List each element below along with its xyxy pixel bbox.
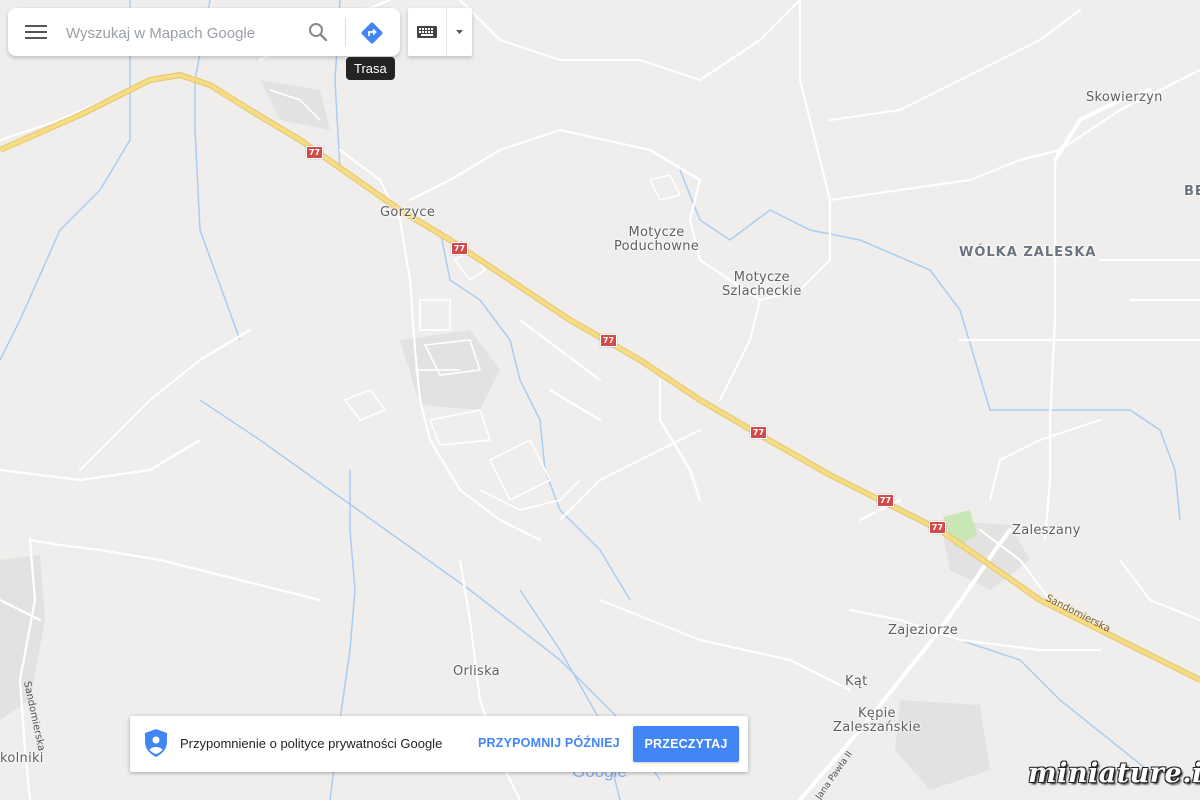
- place-label-gorzyce[interactable]: Gorzyce: [380, 206, 435, 220]
- route-77-shield: 77: [750, 426, 767, 439]
- directions-icon[interactable]: [359, 20, 385, 46]
- place-label-be[interactable]: BE: [1184, 185, 1200, 199]
- read-button[interactable]: PRZECZYTAJ: [633, 726, 739, 762]
- watermark-logo: miniature.io: [1028, 758, 1200, 789]
- search-input[interactable]: [64, 20, 298, 46]
- place-label-kolniki[interactable]: kolniki: [0, 752, 44, 766]
- place-label-kepie-zaleszanskie[interactable]: Kępie Zaleszańskie: [833, 707, 921, 735]
- menu-icon[interactable]: [22, 22, 50, 42]
- search-separator: [345, 18, 346, 46]
- place-label-orliska[interactable]: Orliska: [453, 665, 500, 679]
- route-77-shield: 77: [877, 494, 894, 507]
- route-77-shield: 77: [929, 521, 946, 534]
- route-77-shield: 77: [451, 242, 468, 255]
- directions-tooltip: Trasa: [346, 57, 395, 80]
- place-label-motycze-poduchowne[interactable]: Motycze Poduchowne: [614, 226, 699, 254]
- dropdown-arrow-icon[interactable]: [447, 8, 472, 56]
- place-label-zajeziorze[interactable]: Zajeziorze: [888, 624, 958, 638]
- route-77-shield: 77: [306, 146, 323, 159]
- map-canvas[interactable]: Sandomierska Sandomierska Jana Pawła II: [0, 0, 1200, 800]
- input-tools: [408, 8, 472, 56]
- route-77-shield: 77: [600, 334, 617, 347]
- place-label-zaleszany[interactable]: Zaleszany: [1012, 524, 1081, 538]
- keyboard-icon[interactable]: [408, 8, 446, 56]
- search-box: [8, 8, 400, 56]
- remind-later-button[interactable]: PRZYPOMNIJ PÓŹNIEJ: [478, 736, 620, 750]
- privacy-shield-icon: [144, 728, 168, 758]
- place-label-wolka-zaleska[interactable]: WÓLKA ZALESKA: [959, 246, 1096, 260]
- privacy-reminder-text: Przypomnienie o polityce prywatności Goo…: [180, 736, 443, 751]
- place-label-kat[interactable]: Kąt: [845, 675, 868, 689]
- privacy-reminder-banner: Przypomnienie o polityce prywatności Goo…: [130, 716, 748, 772]
- search-icon[interactable]: [306, 20, 330, 44]
- place-label-skowierzyn[interactable]: Skowierzyn: [1086, 91, 1163, 105]
- place-label-motycze-szlacheckie[interactable]: Motycze Szlacheckie: [722, 271, 802, 299]
